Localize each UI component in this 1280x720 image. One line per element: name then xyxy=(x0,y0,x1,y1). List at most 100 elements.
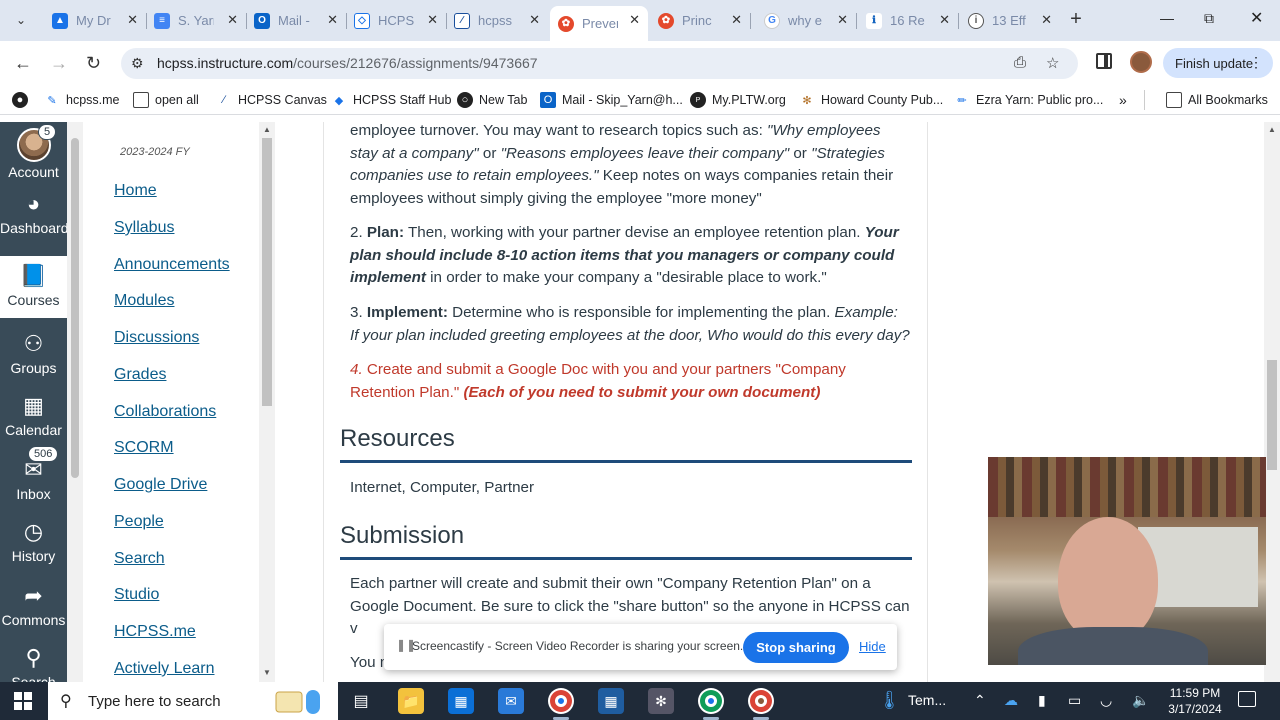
course-nav-inner-scrollbar[interactable]: ▲ ▼ xyxy=(259,122,275,682)
scroll-up-icon[interactable]: ▲ xyxy=(263,125,271,134)
bookmark-mail[interactable]: O Mail - Skip_Yarn@h... xyxy=(540,92,683,108)
close-icon[interactable]: ✕ xyxy=(939,12,950,28)
bookmark-star-icon[interactable]: ☆ xyxy=(1046,54,1059,72)
taskbar-clock[interactable]: 11:59 PM 3/17/2024 xyxy=(1160,685,1230,717)
tab-hcpss-hub[interactable]: ◇ HCPSS ✕ xyxy=(346,6,446,35)
tab-my-drive[interactable]: ▲ My Dr ✕ xyxy=(44,6,146,35)
tab-13-effective[interactable]: i 13 Eff ✕ xyxy=(960,6,1060,35)
nav-account[interactable]: Account 5 xyxy=(0,122,67,184)
site-info-icon[interactable]: ⚙ xyxy=(131,55,144,72)
bookmark-new-tab[interactable]: ○ New Tab xyxy=(457,92,527,108)
wifi-icon[interactable]: ◡ xyxy=(1100,692,1112,709)
nav-dashboard[interactable]: ◕ Dashboard xyxy=(0,184,69,246)
file-explorer-icon[interactable]: 📁 xyxy=(398,688,424,714)
close-icon[interactable]: ✕ xyxy=(227,12,238,28)
course-nav-home[interactable]: Home xyxy=(114,182,157,200)
bookmarks-overflow-icon[interactable]: » xyxy=(1119,92,1127,108)
thermometer-icon[interactable]: 🌡 xyxy=(878,690,901,711)
tab-preventing-turnover[interactable]: ✿ Preven ✕ xyxy=(550,6,648,41)
restore-icon[interactable]: ⧉ xyxy=(1204,10,1214,27)
battery-icon[interactable]: ▭ xyxy=(1068,692,1081,709)
side-panel-icon[interactable] xyxy=(1096,53,1112,69)
scroll-up-icon[interactable]: ▲ xyxy=(1268,125,1276,134)
course-nav-discussions[interactable]: Discussions xyxy=(114,329,199,347)
course-nav-google-drive[interactable]: Google Drive xyxy=(114,476,207,494)
nav-calendar[interactable]: ▦ Calendar xyxy=(0,386,67,448)
close-icon[interactable]: ✕ xyxy=(327,12,338,28)
weather-label[interactable]: Tem... xyxy=(908,692,946,708)
tab-16-reasons[interactable]: ℹ 16 Re ✕ xyxy=(858,6,958,35)
microsoft-store-icon[interactable]: ▦ xyxy=(448,688,474,714)
url-text[interactable]: hcpss.instructure.com/courses/212676/ass… xyxy=(157,55,538,71)
course-nav-studio[interactable]: Studio xyxy=(114,586,159,604)
course-nav-hcpss-me[interactable]: HCPSS.me xyxy=(114,623,196,641)
forward-arrow-icon[interactable]: → xyxy=(50,53,68,74)
nav-groups[interactable]: ⚇ Groups xyxy=(0,324,67,386)
volume-icon[interactable]: 🔈 xyxy=(1132,692,1149,709)
task-view-icon[interactable]: ▤ xyxy=(348,688,374,714)
course-nav-actively-learn[interactable]: Actively Learn xyxy=(114,660,215,678)
usb-icon[interactable]: ▮ xyxy=(1038,692,1046,709)
course-nav-grades[interactable]: Grades xyxy=(114,366,166,384)
close-icon[interactable]: ✕ xyxy=(1041,12,1052,28)
finish-update-button[interactable]: Finish update ⋮ xyxy=(1163,48,1273,78)
onedrive-icon[interactable]: ☁ xyxy=(1004,692,1018,709)
reload-icon[interactable]: ↻ xyxy=(86,53,101,74)
course-nav-scrollbar[interactable] xyxy=(67,122,83,682)
profile-avatar[interactable] xyxy=(1130,51,1152,73)
taskbar-search-box[interactable]: ⚲ Type here to search xyxy=(48,682,338,720)
tab-principles[interactable]: ✿ Princ ✕ xyxy=(650,6,750,35)
close-icon[interactable]: ✕ xyxy=(731,12,742,28)
bookmark-ezra-yarn[interactable]: ✏ Ezra Yarn: Public pro... xyxy=(954,92,1103,108)
nav-history[interactable]: ◷ History xyxy=(0,512,67,574)
bookmark-howard-county[interactable]: ✻ Howard County Pub... xyxy=(799,92,943,108)
all-bookmarks[interactable]: All Bookmarks xyxy=(1166,92,1268,108)
page-scrollbar[interactable]: ▲ xyxy=(1264,122,1280,682)
course-nav-modules[interactable]: Modules xyxy=(114,292,174,310)
scroll-thumb[interactable] xyxy=(262,138,272,406)
bookmark-hcpss-me[interactable]: ✎ hcpss.me xyxy=(44,92,119,108)
bookmark-open-all[interactable]: open all xyxy=(133,92,199,108)
install-app-icon[interactable]: ⎙ xyxy=(1014,54,1026,71)
close-icon[interactable]: ✕ xyxy=(529,12,540,28)
chevron-up-icon[interactable]: ⌃ xyxy=(974,692,986,709)
nav-inbox[interactable]: ✉ Inbox 506 xyxy=(0,446,67,512)
nav-courses[interactable]: 📘 Courses xyxy=(0,256,67,318)
hide-link[interactable]: Hide xyxy=(859,639,886,654)
smart-notebook-icon[interactable]: ▦ xyxy=(598,688,624,714)
course-nav-announcements[interactable]: Announcements xyxy=(114,256,230,274)
course-nav-scorm[interactable]: SCORM xyxy=(114,439,174,457)
bookmark-hcpss-canvas[interactable]: ∕ HCPSS Canvas xyxy=(216,92,327,108)
more-menu-icon[interactable]: ⋮ xyxy=(1249,54,1263,71)
bookmark-staff-hub[interactable]: ◆ HCPSS Staff Hub xyxy=(331,92,452,108)
minimize-icon[interactable]: — xyxy=(1160,10,1174,26)
close-icon[interactable]: ✕ xyxy=(427,12,438,28)
chrome-profile-icon[interactable] xyxy=(748,688,774,720)
new-tab-button[interactable]: + xyxy=(1066,8,1086,30)
notification-center-icon[interactable] xyxy=(1238,691,1256,707)
chrome-icon[interactable] xyxy=(698,688,724,720)
scroll-thumb[interactable] xyxy=(71,138,79,478)
stop-sharing-button[interactable]: Stop sharing xyxy=(743,632,849,663)
course-nav-people[interactable]: People xyxy=(114,513,164,531)
webcam-preview[interactable] xyxy=(988,457,1266,665)
close-icon[interactable]: ✕ xyxy=(629,12,640,28)
address-bar[interactable]: ⚙ hcpss.instructure.com/courses/212676/a… xyxy=(121,48,1078,79)
course-nav-collaborations[interactable]: Collaborations xyxy=(114,403,216,421)
tab-s-yarn[interactable]: ≡ S. Yarn ✕ xyxy=(146,6,246,35)
mail-icon[interactable]: ✉ xyxy=(498,688,524,714)
back-arrow-icon[interactable]: ← xyxy=(14,53,32,74)
scroll-down-icon[interactable]: ▼ xyxy=(263,668,271,677)
chrome-icon[interactable] xyxy=(548,688,574,720)
tab-mail[interactable]: O Mail - ✕ xyxy=(246,6,346,35)
nav-commons[interactable]: ➦ Commons xyxy=(0,576,67,638)
bookmark-pltw[interactable]: P My.PLTW.org xyxy=(690,92,786,108)
close-icon[interactable]: ✕ xyxy=(837,12,848,28)
tab-search-button[interactable]: ⌄ xyxy=(8,8,34,32)
course-nav-syllabus[interactable]: Syllabus xyxy=(114,219,174,237)
close-icon[interactable]: ✕ xyxy=(127,12,138,28)
tab-hcpss-canvas[interactable]: ∕ hcpss ✕ xyxy=(446,6,548,35)
window-close-icon[interactable]: ✕ xyxy=(1250,8,1263,28)
tab-google-search[interactable]: G why e ✕ xyxy=(756,6,856,35)
paint-icon[interactable]: ✻ xyxy=(648,688,674,714)
